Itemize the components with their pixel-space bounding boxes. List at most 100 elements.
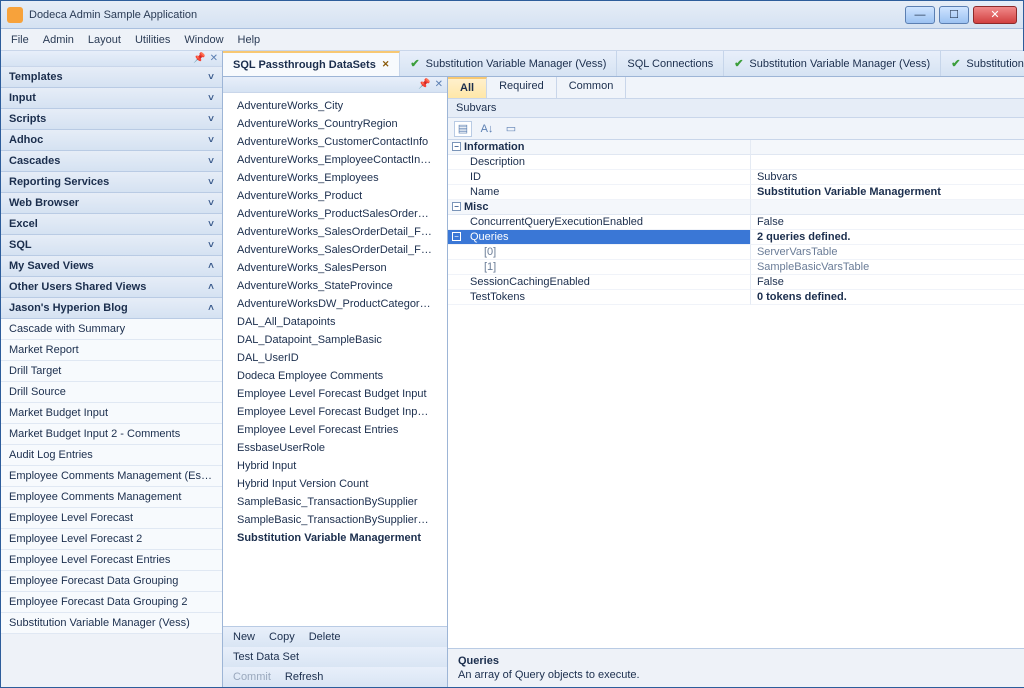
sidebar-section[interactable]: Adhoc˅ xyxy=(1,130,222,151)
sidebar-item[interactable]: Drill Target xyxy=(1,361,222,382)
prop-row[interactable]: TestTokens0 tokens defined. xyxy=(448,290,1024,305)
sidebar-section[interactable]: Templates˅ xyxy=(1,67,222,88)
sidebar-item[interactable]: Employee Comments Management xyxy=(1,487,222,508)
prop-row[interactable]: SessionCachingEnabledFalse xyxy=(448,275,1024,290)
dataset-item[interactable]: AdventureWorks_CountryRegion xyxy=(223,115,447,133)
test-dataset-button[interactable]: Test Data Set xyxy=(233,651,299,663)
delete-button[interactable]: Delete xyxy=(309,631,341,643)
sidebar-item[interactable]: Employee Level Forecast 2 xyxy=(1,529,222,550)
sidebar-section[interactable]: Input˅ xyxy=(1,88,222,109)
prop-row[interactable]: ConcurrentQueryExecutionEnabledFalse xyxy=(448,215,1024,230)
dataset-item[interactable]: DAL_UserID xyxy=(223,349,447,367)
sidebar-section[interactable]: Scripts˅ xyxy=(1,109,222,130)
prop-group-header[interactable]: −Information xyxy=(448,140,1024,155)
sidebar-item[interactable]: Employee Level Forecast Entries xyxy=(1,550,222,571)
sidebar-section[interactable]: Web Browser˅ xyxy=(1,193,222,214)
filter-common[interactable]: Common xyxy=(557,77,627,98)
close-panel-icon[interactable]: ✕ xyxy=(210,53,218,64)
sidebar-item[interactable]: Employee Forecast Data Grouping 2 xyxy=(1,592,222,613)
sidebar-section[interactable]: Reporting Services˅ xyxy=(1,172,222,193)
dataset-item[interactable]: AdventureWorks_Product xyxy=(223,187,447,205)
dataset-item[interactable]: Hybrid Input Version Count xyxy=(223,475,447,493)
menu-layout[interactable]: Layout xyxy=(88,34,121,46)
sidebar-item[interactable]: Employee Level Forecast xyxy=(1,508,222,529)
pin-icon[interactable]: 📌 xyxy=(193,53,205,64)
sidebar-item[interactable]: Market Budget Input 2 - Comments xyxy=(1,424,222,445)
dataset-item[interactable]: EssbaseUserRole xyxy=(223,439,447,457)
document-tab[interactable]: ✔Substitution Variable Manager (Vess) xyxy=(400,51,617,76)
maximize-button[interactable]: ☐ xyxy=(939,6,969,24)
menu-admin[interactable]: Admin xyxy=(43,34,74,46)
prop-row[interactable]: Description xyxy=(448,155,1024,170)
dataset-item[interactable]: DAL_Datapoint_SampleBasic xyxy=(223,331,447,349)
sidebar-item[interactable]: Audit Log Entries xyxy=(1,445,222,466)
menu-file[interactable]: File xyxy=(11,34,29,46)
sidebar-item[interactable]: Substitution Variable Manager (Vess) xyxy=(1,613,222,634)
sidebar-item[interactable]: Employee Comments Management (Essbase.. xyxy=(1,466,222,487)
document-tab[interactable]: ✔Substitution Variable Manager (Vess) xyxy=(724,51,941,76)
sidebar-item[interactable]: Market Budget Input xyxy=(1,403,222,424)
refresh-button[interactable]: Refresh xyxy=(285,671,324,683)
dataset-item[interactable]: Hybrid Input xyxy=(223,457,447,475)
center-pin-strip: 📌 ✕ xyxy=(223,77,447,93)
tab-sql-passthrough[interactable]: SQL Passthrough DataSets ✕ xyxy=(223,51,400,76)
dataset-item[interactable]: SampleBasic_TransactionBySupplier xyxy=(223,493,447,511)
menu-utilities[interactable]: Utilities xyxy=(135,34,170,46)
sidebar-section[interactable]: My Saved Views˄ xyxy=(1,256,222,277)
new-button[interactable]: New xyxy=(233,631,255,643)
dataset-item[interactable]: DAL_All_Datapoints xyxy=(223,313,447,331)
close-tab-icon[interactable]: ✕ xyxy=(382,59,390,70)
prop-row[interactable]: IDSubvars xyxy=(448,170,1024,185)
check-icon: ✔ xyxy=(410,57,419,70)
dataset-item[interactable]: AdventureWorks_CustomerContactInfo xyxy=(223,133,447,151)
sidebar-section[interactable]: Jason's Hyperion Blog˄ xyxy=(1,298,222,319)
prop-row[interactable]: [1]SampleBasicVarsTable xyxy=(448,260,1024,275)
prop-group-header[interactable]: −Misc xyxy=(448,200,1024,215)
document-tab[interactable]: ✔Substitution▼◀▶ xyxy=(941,51,1024,76)
dataset-item[interactable]: AdventureWorks_StateProvince xyxy=(223,277,447,295)
dataset-item[interactable]: SampleBasic_TransactionBySupplier_All xyxy=(223,511,447,529)
document-tab[interactable]: SQL Connections xyxy=(617,51,724,76)
pin-icon[interactable]: 📌 xyxy=(418,79,430,90)
dataset-item[interactable]: Employee Level Forecast Entries xyxy=(223,421,447,439)
dataset-item[interactable]: Dodeca Employee Comments xyxy=(223,367,447,385)
sidebar-section[interactable]: Other Users Shared Views˄ xyxy=(1,277,222,298)
sidebar-item[interactable]: Employee Forecast Data Grouping xyxy=(1,571,222,592)
menu-window[interactable]: Window xyxy=(184,34,223,46)
dataset-item[interactable]: Employee Level Forecast Budget Input Ent… xyxy=(223,403,447,421)
dataset-item-selected[interactable]: Substitution Variable Managerment xyxy=(223,529,447,547)
menu-help[interactable]: Help xyxy=(238,34,261,46)
dataset-item[interactable]: AdventureWorks_EmployeeContactInfo_U... xyxy=(223,151,447,169)
dataset-item[interactable]: AdventureWorks_SalesOrderDetail_Filtere.… xyxy=(223,223,447,241)
property-pages-icon[interactable]: ▭ xyxy=(502,121,520,137)
prop-row[interactable]: [0]ServerVarsTable xyxy=(448,245,1024,260)
dataset-item[interactable]: AdventureWorks_City xyxy=(223,97,447,115)
sidebar-section[interactable]: Excel˅ xyxy=(1,214,222,235)
commit-button[interactable]: Commit xyxy=(233,671,271,683)
filter-all[interactable]: All xyxy=(448,77,487,98)
dataset-toolbar: New Copy Delete Test Data Set Commit Ref… xyxy=(223,626,447,687)
dataset-item[interactable]: Employee Level Forecast Budget Input xyxy=(223,385,447,403)
sidebar-section[interactable]: Cascades˅ xyxy=(1,151,222,172)
dataset-item[interactable]: AdventureWorks_Employees xyxy=(223,169,447,187)
dataset-item[interactable]: AdventureWorks_SalesOrderDetail_Filtere.… xyxy=(223,241,447,259)
sidebar-section[interactable]: SQL˅ xyxy=(1,235,222,256)
dataset-list[interactable]: AdventureWorks_CityAdventureWorks_Countr… xyxy=(223,93,447,626)
prop-row[interactable]: NameSubstitution Variable Managerment xyxy=(448,185,1024,200)
filter-required[interactable]: Required xyxy=(487,77,557,98)
dataset-item[interactable]: AdventureWorksDW_ProductCategories xyxy=(223,295,447,313)
dataset-item[interactable]: AdventureWorks_SalesPerson xyxy=(223,259,447,277)
alphabetical-icon[interactable]: A↓ xyxy=(478,121,496,137)
categorized-icon[interactable]: ▤ xyxy=(454,121,472,137)
copy-button[interactable]: Copy xyxy=(269,631,295,643)
sidebar-item[interactable]: Market Report xyxy=(1,340,222,361)
minimize-button[interactable]: — xyxy=(905,6,935,24)
sidebar-item[interactable]: Drill Source xyxy=(1,382,222,403)
dataset-item[interactable]: AdventureWorks_ProductSalesOrderDetail xyxy=(223,205,447,223)
close-panel-icon[interactable]: ✕ xyxy=(435,79,443,90)
close-button[interactable]: ✕ xyxy=(973,6,1017,24)
property-grid[interactable]: −InformationDescriptionIDSubvarsNameSubs… xyxy=(448,140,1024,648)
sidebar-item[interactable]: Cascade with Summary xyxy=(1,319,222,340)
prop-row[interactable]: −Queries2 queries defined.… xyxy=(448,230,1024,245)
propgrid-toolbar: ▤ A↓ ▭ xyxy=(448,118,1024,140)
